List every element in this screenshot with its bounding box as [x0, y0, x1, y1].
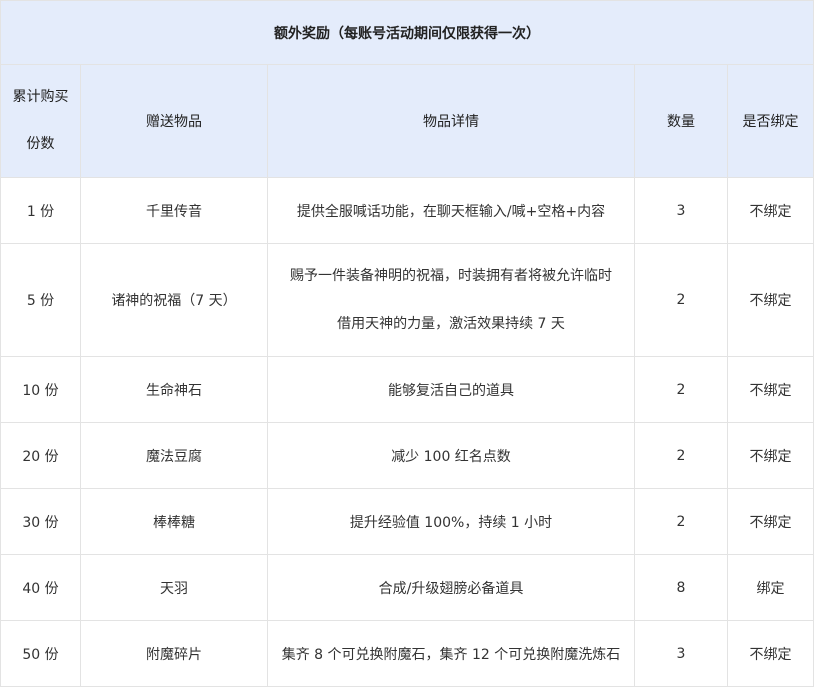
bound-cell: 不绑定: [727, 356, 814, 423]
header-bound: 是否绑定: [727, 64, 814, 178]
item-detail-cell: 合成/升级翅膀必备道具: [267, 554, 635, 621]
table-row: 50 份 附魔碎片 集齐 8 个可兑换附魔石，集齐 12 个可兑换附魔洗炼石 3…: [0, 620, 814, 687]
quantity-cell: 2: [634, 488, 728, 555]
item-detail-cell: 提供全服喊话功能，在聊天框输入/喊+空格+内容: [267, 177, 635, 244]
header-purchase-count: 累计购买 份数: [0, 64, 81, 178]
item-detail-cell: 赐予一件装备神明的祝福，时装拥有者将被允许临时 借用天神的力量，激活效果持续 7…: [267, 243, 635, 357]
header-purchase-count-line2: 份数: [26, 136, 55, 152]
table-row: 40 份 天羽 合成/升级翅膀必备道具 8 绑定: [0, 554, 814, 621]
purchase-count-cell: 1 份: [0, 177, 81, 244]
item-detail-line1: 赐予一件装备神明的祝福，时装拥有者将被允许临时: [290, 268, 612, 284]
table-row: 10 份 生命神石 能够复活自己的道具 2 不绑定: [0, 356, 814, 423]
purchase-count-cell: 50 份: [0, 620, 81, 687]
gift-item-cell: 天羽: [80, 554, 268, 621]
item-detail-cell: 减少 100 红名点数: [267, 422, 635, 489]
item-detail-cell: 集齐 8 个可兑换附魔石，集齐 12 个可兑换附魔洗炼石: [267, 620, 635, 687]
quantity-cell: 3: [634, 177, 728, 244]
gift-item-cell: 附魔碎片: [80, 620, 268, 687]
purchase-count-cell: 10 份: [0, 356, 81, 423]
header-gift-item: 赠送物品: [80, 64, 268, 178]
item-detail-cell: 提升经验值 100%，持续 1 小时: [267, 488, 635, 555]
table-row: 5 份 诸神的祝福（7 天） 赐予一件装备神明的祝福，时装拥有者将被允许临时 借…: [0, 243, 814, 357]
quantity-cell: 8: [634, 554, 728, 621]
purchase-count-cell: 30 份: [0, 488, 81, 555]
quantity-cell: 3: [634, 620, 728, 687]
quantity-cell: 2: [634, 356, 728, 423]
bound-cell: 绑定: [727, 554, 814, 621]
item-detail-cell: 能够复活自己的道具: [267, 356, 635, 423]
gift-item-cell: 棒棒糖: [80, 488, 268, 555]
gift-item-cell: 千里传音: [80, 177, 268, 244]
table-row: 20 份 魔法豆腐 减少 100 红名点数 2 不绑定: [0, 422, 814, 489]
table-row: 1 份 千里传音 提供全服喊话功能，在聊天框输入/喊+空格+内容 3 不绑定: [0, 177, 814, 244]
item-detail-line2: 借用天神的力量，激活效果持续 7 天: [337, 316, 565, 332]
table-title: 额外奖励（每账号活动期间仅限获得一次）: [0, 0, 814, 65]
bound-cell: 不绑定: [727, 422, 814, 489]
header-item-detail: 物品详情: [267, 64, 635, 178]
gift-item-cell: 生命神石: [80, 356, 268, 423]
purchase-count-cell: 40 份: [0, 554, 81, 621]
header-quantity: 数量: [634, 64, 728, 178]
bound-cell: 不绑定: [727, 177, 814, 244]
bonus-reward-table: 额外奖励（每账号活动期间仅限获得一次） 累计购买 份数 赠送物品 物品详情 数量…: [0, 0, 814, 687]
quantity-cell: 2: [634, 422, 728, 489]
bound-cell: 不绑定: [727, 488, 814, 555]
purchase-count-cell: 20 份: [0, 422, 81, 489]
bound-cell: 不绑定: [727, 243, 814, 357]
header-row: 累计购买 份数 赠送物品 物品详情 数量 是否绑定: [0, 64, 814, 178]
table-row: 30 份 棒棒糖 提升经验值 100%，持续 1 小时 2 不绑定: [0, 488, 814, 555]
gift-item-cell: 魔法豆腐: [80, 422, 268, 489]
header-purchase-count-line1: 累计购买: [12, 89, 69, 105]
purchase-count-cell: 5 份: [0, 243, 81, 357]
gift-item-cell: 诸神的祝福（7 天）: [80, 243, 268, 357]
bound-cell: 不绑定: [727, 620, 814, 687]
quantity-cell: 2: [634, 243, 728, 357]
